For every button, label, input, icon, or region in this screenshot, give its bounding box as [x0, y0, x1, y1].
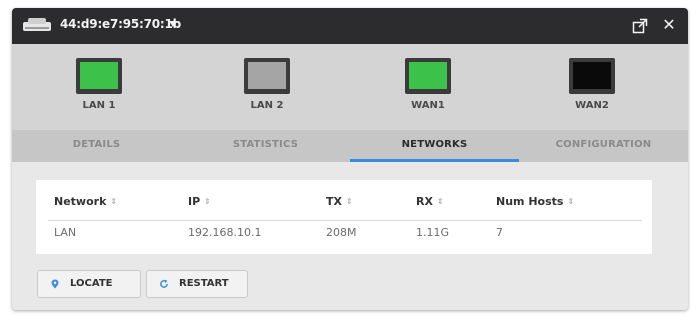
tab-networks[interactable]: NETWORKS [350, 130, 519, 162]
port-led [573, 62, 611, 89]
restart-label: RESTART [179, 278, 229, 289]
column-header-label: TX [326, 195, 342, 208]
column-header-network[interactable]: Network ⇕ [54, 195, 117, 208]
device-name[interactable]: 44:d9:e7:95:70:1b [60, 17, 181, 31]
port-status-area: LAN 1 LAN 2 WAN1 WAN2 [12, 44, 688, 130]
location-pin-icon [51, 279, 59, 289]
sort-icon: ⇕ [345, 197, 353, 206]
device-icon [23, 18, 51, 31]
cell-tx: 208M [326, 226, 357, 239]
tab-configuration[interactable]: CONFIGURATION [519, 130, 688, 162]
port-label: LAN 2 [250, 100, 284, 111]
tab-bar: DETAILS STATISTICS NETWORKS CONFIGURATIO… [12, 130, 688, 162]
tab-statistics[interactable]: STATISTICS [181, 130, 350, 162]
cell-ip: 192.168.10.1 [188, 226, 262, 239]
port-lan2[interactable]: LAN 2 [217, 58, 317, 111]
column-header-tx[interactable]: TX ⇕ [326, 195, 353, 208]
column-header-rx[interactable]: RX ⇕ [416, 195, 444, 208]
restart-icon [160, 279, 168, 288]
networks-content: Network ⇕ IP ⇕ TX ⇕ RX ⇕ Num Hosts ⇕ LAN 192.… [12, 162, 688, 310]
port-led [80, 62, 118, 89]
port-indicator [244, 58, 290, 94]
popout-icon[interactable] [632, 18, 648, 34]
cell-num-hosts: 7 [496, 226, 503, 239]
column-header-ip[interactable]: IP ⇕ [188, 195, 211, 208]
device-panel: 44:d9:e7:95:70:1b ✕ LAN 1 LAN 2 WAN1 WAN… [12, 8, 688, 310]
locate-button[interactable]: LOCATE [37, 270, 141, 298]
sort-icon: ⇕ [110, 197, 118, 206]
title-bar: 44:d9:e7:95:70:1b ✕ [12, 8, 688, 44]
port-wan2[interactable]: WAN2 [542, 58, 642, 111]
sort-icon: ⇕ [436, 197, 444, 206]
cell-rx: 1.11G [416, 226, 450, 239]
port-indicator [76, 58, 122, 94]
tab-details[interactable]: DETAILS [12, 130, 181, 162]
port-label: WAN1 [411, 100, 445, 111]
table-row[interactable]: LAN 192.168.10.1 208M 1.11G 7 [48, 220, 642, 250]
chevron-down-icon[interactable] [168, 20, 178, 28]
port-led [248, 62, 286, 89]
networks-table: Network ⇕ IP ⇕ TX ⇕ RX ⇕ Num Hosts ⇕ LAN 192.… [36, 180, 652, 254]
locate-label: LOCATE [70, 278, 113, 289]
column-header-label: RX [416, 195, 433, 208]
close-icon[interactable]: ✕ [660, 15, 678, 35]
column-header-label: IP [188, 195, 201, 208]
sort-icon: ⇕ [204, 197, 211, 206]
restart-button[interactable]: RESTART [146, 270, 248, 298]
column-header-num-hosts[interactable]: Num Hosts ⇕ [496, 195, 574, 208]
port-indicator [569, 58, 615, 94]
table-header-row: Network ⇕ IP ⇕ TX ⇕ RX ⇕ Num Hosts ⇕ [36, 188, 652, 218]
port-wan1[interactable]: WAN1 [378, 58, 478, 111]
column-header-label: Num Hosts [496, 195, 564, 208]
port-label: WAN2 [575, 100, 609, 111]
column-header-label: Network [54, 195, 107, 208]
cell-network: LAN [54, 226, 77, 239]
port-label: LAN 1 [82, 100, 116, 111]
port-indicator [405, 58, 451, 94]
port-lan1[interactable]: LAN 1 [49, 58, 149, 111]
sort-icon: ⇕ [567, 197, 575, 206]
port-led [409, 62, 447, 89]
